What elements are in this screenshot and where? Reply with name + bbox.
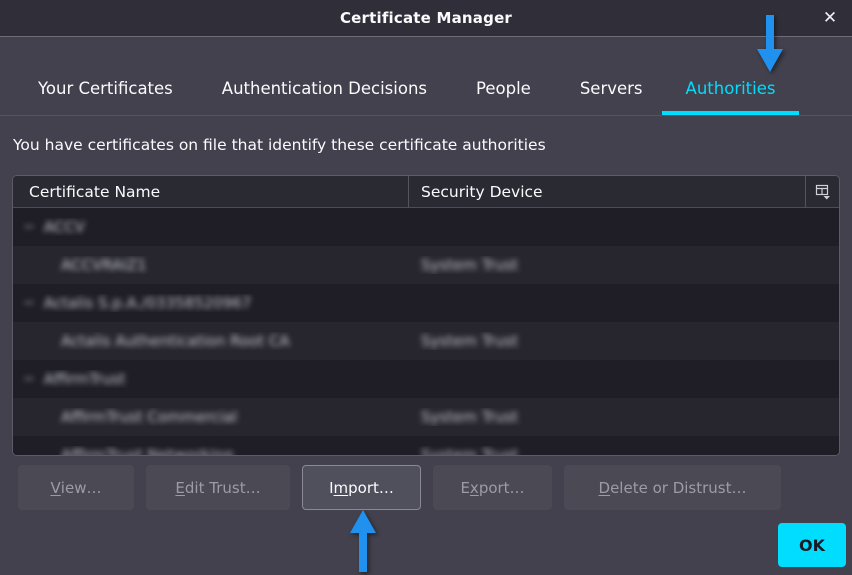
tab-bar: Your Certificates Authentication Decisio…: [0, 38, 852, 116]
dialog-title: Certificate Manager: [340, 9, 512, 27]
certificates-table: Certificate Name Security Device −ACCVAC…: [12, 175, 840, 456]
certificate-manager-dialog: Certificate Manager ✕ Your Certificates …: [0, 0, 852, 575]
certificate-name-cell: −AffirmTrust: [13, 370, 409, 388]
table-body: −ACCVACCVRAIZ1System Trust−Actalis S.p.A…: [13, 208, 839, 456]
table-row[interactable]: AffirmTrust Commercial System Trust: [13, 398, 839, 436]
column-header-certificate-name[interactable]: Certificate Name: [13, 176, 409, 207]
collapse-twisty-icon[interactable]: −: [23, 295, 35, 311]
annotation-arrow-up-icon: [349, 510, 377, 572]
table-header: Certificate Name Security Device: [13, 176, 839, 208]
collapse-twisty-icon[interactable]: −: [23, 219, 35, 235]
close-icon[interactable]: ✕: [819, 7, 841, 29]
certificate-name-cell: AffirmTrust Networking: [13, 446, 409, 456]
security-device-cell: System Trust: [409, 256, 839, 274]
table-row[interactable]: −Actalis S.p.A./03358520967: [13, 284, 839, 322]
column-picker-button[interactable]: [805, 176, 839, 207]
titlebar: Certificate Manager ✕: [0, 0, 852, 37]
ok-button[interactable]: OK: [778, 523, 846, 567]
table-row[interactable]: AffirmTrust Networking System Trust: [13, 436, 839, 456]
certificate-name-cell: AffirmTrust Commercial: [13, 408, 409, 426]
certificate-name-cell: ACCVRAIZ1: [13, 256, 409, 274]
certificate-name-cell: −Actalis S.p.A./03358520967: [13, 294, 409, 312]
certificate-name-text: AffirmTrust Networking: [61, 446, 233, 456]
security-device-cell: System Trust: [409, 446, 839, 456]
table-row[interactable]: ACCVRAIZ1 System Trust: [13, 246, 839, 284]
table-row[interactable]: Actalis Authentication Root CA System Tru…: [13, 322, 839, 360]
tab-people[interactable]: People: [476, 79, 531, 115]
certificate-name-text: ACCVRAIZ1: [61, 256, 147, 274]
certificate-name-cell: Actalis Authentication Root CA: [13, 332, 409, 350]
edit-trust-button[interactable]: Edit Trust…: [146, 465, 290, 510]
certificate-name-text: ACCV: [44, 218, 85, 236]
export-button[interactable]: Export…: [433, 465, 552, 510]
tab-servers[interactable]: Servers: [580, 79, 643, 115]
certificate-name-text: AffirmTrust: [44, 370, 126, 388]
tab-authorities[interactable]: Authorities: [662, 79, 800, 115]
security-device-cell: System Trust: [409, 332, 839, 350]
security-device-text: System Trust: [421, 256, 518, 274]
security-device-cell: System Trust: [409, 408, 839, 426]
table-row[interactable]: −AffirmTrust: [13, 360, 839, 398]
action-button-row: View… Edit Trust… Import… Export… Delete…: [18, 465, 781, 510]
tab-authentication-decisions[interactable]: Authentication Decisions: [222, 79, 427, 115]
security-device-text: System Trust: [421, 408, 518, 426]
column-picker-icon: [815, 184, 831, 200]
security-device-text: System Trust: [421, 332, 518, 350]
table-row[interactable]: −ACCV: [13, 208, 839, 246]
column-header-security-device[interactable]: Security Device: [409, 176, 805, 207]
view-button[interactable]: View…: [18, 465, 134, 510]
certificate-name-text: Actalis Authentication Root CA: [61, 332, 290, 350]
certificate-name-text: AffirmTrust Commercial: [61, 408, 237, 426]
certificate-name-cell: −ACCV: [13, 218, 409, 236]
tab-your-certificates[interactable]: Your Certificates: [38, 79, 173, 115]
delete-or-distrust-button[interactable]: Delete or Distrust…: [564, 465, 781, 510]
description-text: You have certificates on file that ident…: [13, 136, 546, 154]
certificate-name-text: Actalis S.p.A./03358520967: [44, 294, 252, 312]
security-device-text: System Trust: [421, 446, 518, 456]
collapse-twisty-icon[interactable]: −: [23, 371, 35, 387]
import-button[interactable]: Import…: [302, 465, 421, 510]
